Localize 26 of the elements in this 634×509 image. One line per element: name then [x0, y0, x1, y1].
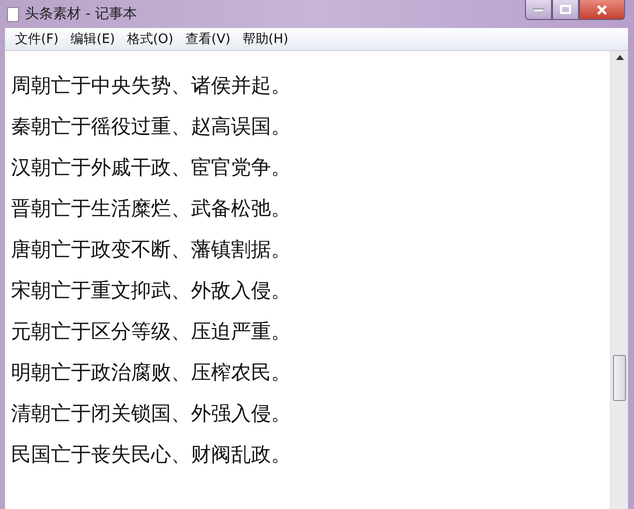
window-title: 头条素材 - 记事本	[25, 5, 138, 23]
menu-item[interactable]: 文件(F)	[9, 30, 65, 48]
maximize-button[interactable]	[552, 0, 579, 20]
close-button[interactable]	[579, 0, 625, 20]
minimize-icon	[533, 8, 544, 12]
text-line: 清朝亡于闭关锁国、外强入侵。	[11, 400, 292, 427]
text-line: 宋朝亡于重文抑武、外敌入侵。	[11, 277, 292, 304]
menu-item[interactable]: 查看(V)	[179, 30, 236, 48]
menu-item[interactable]: 编辑(E)	[64, 30, 121, 48]
menu-item[interactable]: 帮助(H)	[236, 30, 294, 48]
text-line: 晋朝亡于生活糜烂、武备松弛。	[11, 195, 292, 222]
minimize-button[interactable]	[525, 0, 552, 20]
menu-item[interactable]: 格式(O)	[120, 30, 180, 48]
text-line: 唐朝亡于政变不断、藩镇割据。	[11, 236, 292, 263]
text-line: 周朝亡于中央失势、诸侯并起。	[11, 72, 292, 99]
text-line: 民国亡于丧失民心、财阀乱政。	[11, 441, 292, 468]
text-line: 汉朝亡于外戚干政、宦官党争。	[11, 154, 292, 181]
text-line: 明朝亡于政治腐败、压榨农民。	[11, 359, 292, 386]
scroll-up-icon[interactable]	[616, 55, 624, 60]
text-line: 秦朝亡于徭役过重、赵高误国。	[11, 113, 292, 140]
close-icon	[596, 4, 608, 14]
scroll-thumb[interactable]	[613, 355, 626, 401]
text-line: 元朝亡于区分等级、压迫严重。	[11, 318, 292, 345]
maximize-icon	[560, 5, 571, 14]
scrollbar[interactable]	[610, 51, 628, 509]
notepad-icon	[7, 6, 19, 22]
